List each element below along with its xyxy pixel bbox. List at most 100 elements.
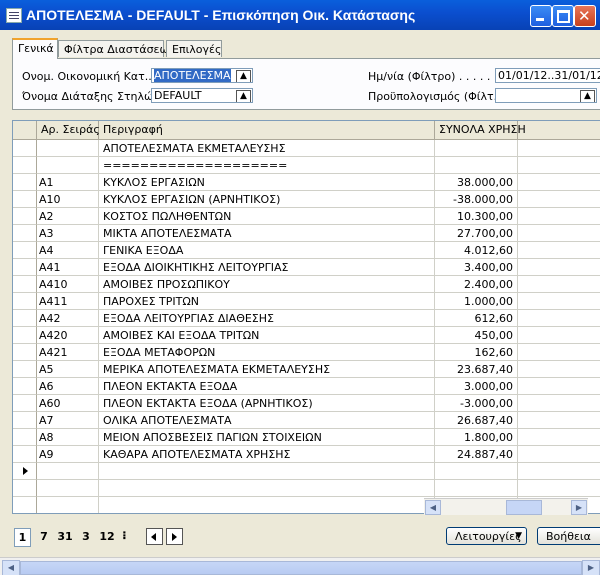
cell-total-period[interactable]: -3.000,00: [435, 395, 518, 412]
cell-total-period[interactable]: 1.000,00: [435, 293, 518, 310]
row-selector[interactable]: [13, 310, 37, 327]
table-row[interactable]: A3 ΜΙΚΤΑ ΑΠΟΤΕΛΕΣΜΑΤΑ 27.700,00: [13, 225, 600, 242]
scroll-right-icon[interactable]: ▶: [571, 500, 587, 515]
cell-total-period[interactable]: 3.000,00: [435, 378, 518, 395]
table-row[interactable]: A42 ΕΞΟΔΑ ΛΕΙΤΟΥΡΓΙΑΣ ΔΙΑΘΕΣΗΣ 612,60: [13, 310, 600, 327]
scroll-left-icon[interactable]: ◀: [425, 500, 441, 515]
cell-description[interactable]: ΜΕΙΟΝ ΑΠΟΣΒΕΣΕΙΣ ΠΑΓΙΩΝ ΣΤΟΙΧΕΙΩΝ: [99, 429, 435, 446]
table-row[interactable]: A2 ΚΟΣΤΟΣ ΠΩΛΗΘΕΝΤΩΝ 10.300,00: [13, 208, 600, 225]
cell-code[interactable]: [37, 463, 99, 480]
table-row[interactable]: A411 ΠΑΡΟΧΕΣ ΤΡΙΤΩΝ 1.000,00: [13, 293, 600, 310]
cell-total-period[interactable]: -38.000,00: [435, 191, 518, 208]
row-selector[interactable]: [13, 293, 37, 310]
table-row[interactable]: ====================: [13, 157, 600, 174]
table-row[interactable]: A7 ΟΛΙΚΑ ΑΠΟΤΕΛΕΣΜΑΤΑ 26.687,40: [13, 412, 600, 429]
cell-description[interactable]: ΑΠΟΤΕΛΕΣΜΑΤΑ ΕΚΜΕΤΑΛΕΥΣΗΣ: [99, 140, 435, 157]
previous-period-button[interactable]: [146, 528, 163, 545]
cell-description[interactable]: ΟΛΙΚΑ ΑΠΟΤΕΛΕΣΜΑΤΑ: [99, 412, 435, 429]
cell-code[interactable]: A10: [37, 191, 99, 208]
cell-description[interactable]: ΕΞΟΔΑ ΛΕΙΤΟΥΡΓΙΑΣ ΔΙΑΘΕΣΗΣ: [99, 310, 435, 327]
row-selector[interactable]: [13, 174, 37, 191]
row-selector[interactable]: [13, 446, 37, 463]
cell-total-period[interactable]: 612,60: [435, 310, 518, 327]
cell-total-period[interactable]: [435, 463, 518, 480]
minimize-button[interactable]: [530, 5, 552, 27]
cell-code[interactable]: A7: [37, 412, 99, 429]
column-header-total-period[interactable]: ΣΥΝΟΛΑ ΧΡΗΣΗ: [435, 121, 526, 139]
cell-total-period[interactable]: 24.887,40: [435, 446, 518, 463]
cell-description[interactable]: ΕΞΟΔΑ ΔΙΟΙΚΗΤΙΚΗΣ ΛΕΙΤΟΥΡΓΙΑΣ: [99, 259, 435, 276]
cell-code[interactable]: A41: [37, 259, 99, 276]
row-selector[interactable]: [13, 191, 37, 208]
table-row[interactable]: [13, 463, 600, 480]
cell-code[interactable]: A2: [37, 208, 99, 225]
scroll-right-icon[interactable]: ▶: [582, 560, 600, 575]
date-filter-field[interactable]: 01/01/12..31/01/12: [495, 68, 600, 83]
cell-code[interactable]: A411: [37, 293, 99, 310]
table-row[interactable]: A420 ΑΜΟΙΒΕΣ ΚΑΙ ΕΞΟΔΑ ΤΡΙΤΩΝ 450,00: [13, 327, 600, 344]
table-row[interactable]: A10 ΚΥΚΛΟΣ ΕΡΓΑΣΙΩΝ (ΑΡΝΗΤΙΚΟΣ) -38.000,00: [13, 191, 600, 208]
cell-description[interactable]: ΠΛΕΟΝ ΕΚΤΑΚΤΑ ΕΞΟΔΑ: [99, 378, 435, 395]
cell-code[interactable]: A410: [37, 276, 99, 293]
cell-code[interactable]: [37, 480, 99, 497]
cell-total-period[interactable]: 450,00: [435, 327, 518, 344]
cell-code[interactable]: A3: [37, 225, 99, 242]
pager-item-day[interactable]: 1: [14, 528, 31, 547]
next-period-button[interactable]: [166, 528, 183, 545]
tab-options[interactable]: Επιλογές: [166, 40, 222, 57]
cell-total-period[interactable]: 1.800,00: [435, 429, 518, 446]
column-header-description[interactable]: Περιγραφή: [99, 121, 435, 139]
cell-code[interactable]: A420: [37, 327, 99, 344]
table-row[interactable]: A4 ΓΕΝΙΚΑ ΕΞΟΔΑ 4.012,60: [13, 242, 600, 259]
tab-general[interactable]: Γενικά: [12, 38, 58, 59]
table-horizontal-scrollbar[interactable]: ◀ ▶: [424, 498, 588, 515]
cell-code[interactable]: A421: [37, 344, 99, 361]
column-header-code[interactable]: Αρ. Σειράς: [37, 121, 100, 139]
cell-code[interactable]: A60: [37, 395, 99, 412]
row-selector[interactable]: [13, 344, 37, 361]
pager-item-quarter[interactable]: 3: [80, 528, 92, 545]
row-selector[interactable]: [13, 429, 37, 446]
cell-total-period[interactable]: 26.687,40: [435, 412, 518, 429]
functions-button[interactable]: Λειτουργίες ▼: [446, 527, 527, 545]
row-selector[interactable]: [13, 225, 37, 242]
cell-description[interactable]: ΜΙΚΤΑ ΑΠΟΤΕΛΕΣΜΑΤΑ: [99, 225, 435, 242]
cell-code[interactable]: [37, 140, 99, 157]
table-row[interactable]: A5 ΜΕΡΙΚΑ ΑΠΟΤΕΛΕΣΜΑΤΑ ΕΚΜΕΤΑΛΕΥΣΗΣ 23.687…: [13, 361, 600, 378]
cell-description[interactable]: ΚΥΚΛΟΣ ΕΡΓΑΣΙΩΝ (ΑΡΝΗΤΙΚΟΣ): [99, 191, 435, 208]
row-selector[interactable]: [13, 480, 37, 497]
cell-code[interactable]: A6: [37, 378, 99, 395]
financial-name-field[interactable]: ΑΠΟΤΕΛΕΣΜΑ ▲: [151, 68, 253, 83]
column-layout-field[interactable]: DEFAULT ▲: [151, 88, 253, 103]
row-selector[interactable]: [13, 327, 37, 344]
row-selector[interactable]: [13, 157, 37, 174]
row-selector[interactable]: [13, 395, 37, 412]
cell-code[interactable]: A1: [37, 174, 99, 191]
cell-description[interactable]: [99, 480, 435, 497]
close-button[interactable]: ✕: [574, 5, 596, 27]
cell-total-period[interactable]: [435, 157, 518, 174]
cell-description[interactable]: [99, 463, 435, 480]
row-selector[interactable]: [13, 497, 37, 513]
tab-dimension-filters[interactable]: Φίλτρα Διαστάσεων: [58, 40, 175, 57]
scroll-thumb[interactable]: [20, 561, 582, 575]
table-row[interactable]: A60 ΠΛΕΟΝ ΕΚΤΑΚΤΑ ΕΞΟΔΑ (ΑΡΝΗΤΙΚΟΣ) -3.000…: [13, 395, 600, 412]
table-row[interactable]: A9 ΚΑΘΑΡΑ ΑΠΟΤΕΛΕΣΜΑΤΑ ΧΡΗΣΗΣ 24.887,40: [13, 446, 600, 463]
cell-description[interactable]: ΠΛΕΟΝ ΕΚΤΑΚΤΑ ΕΞΟΔΑ (ΑΡΝΗΤΙΚΟΣ): [99, 395, 435, 412]
cell-code[interactable]: A4: [37, 242, 99, 259]
pager-item-month[interactable]: 31: [56, 528, 74, 545]
pager-item-week[interactable]: 7: [38, 528, 50, 545]
row-selector[interactable]: [13, 242, 37, 259]
cell-description[interactable]: ΓΕΝΙΚΑ ΕΞΟΔΑ: [99, 242, 435, 259]
cell-code[interactable]: A8: [37, 429, 99, 446]
cell-description[interactable]: ΠΑΡΟΧΕΣ ΤΡΙΤΩΝ: [99, 293, 435, 310]
cell-total-period[interactable]: 10.300,00: [435, 208, 518, 225]
table-row[interactable]: [13, 480, 600, 497]
cell-code[interactable]: [37, 497, 99, 513]
pager-item-year[interactable]: 12: [98, 528, 116, 545]
cell-total-period[interactable]: 162,60: [435, 344, 518, 361]
cell-total-period[interactable]: [435, 140, 518, 157]
table-row[interactable]: A41 ΕΞΟΔΑ ΔΙΟΙΚΗΤΙΚΗΣ ΛΕΙΤΟΥΡΓΙΑΣ 3.400,00: [13, 259, 600, 276]
table-row[interactable]: A8 ΜΕΙΟΝ ΑΠΟΣΒΕΣΕΙΣ ΠΑΓΙΩΝ ΣΤΟΙΧΕΙΩΝ 1.800…: [13, 429, 600, 446]
cell-total-period[interactable]: 27.700,00: [435, 225, 518, 242]
